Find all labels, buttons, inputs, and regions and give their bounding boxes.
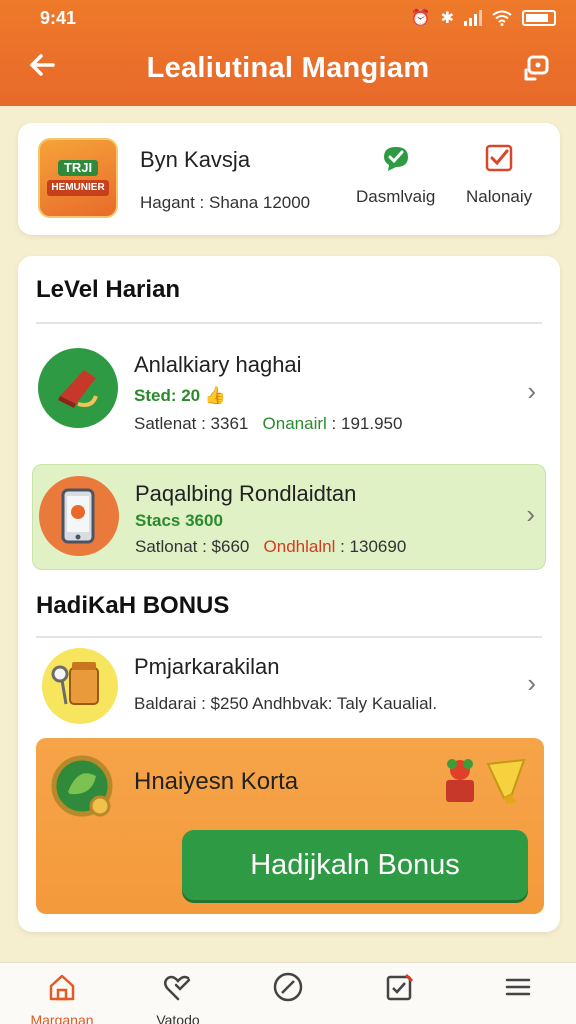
status-time: 9:41 bbox=[40, 8, 77, 28]
profile-name: Byn Kavsja bbox=[140, 147, 251, 172]
list-item-meta-right-label: Onanairl bbox=[262, 414, 327, 433]
chevron-right-icon: › bbox=[527, 376, 536, 406]
logo-text-top: TRJI bbox=[57, 160, 99, 176]
sled-icon bbox=[38, 348, 118, 428]
list-item-bonus[interactable]: Pmjarkarakilan Baldarai : $250 Andhbvak:… bbox=[32, 644, 546, 732]
list-item-title: Paqalbing Rondlaidtan bbox=[135, 481, 357, 506]
list-item-level-2[interactable]: Paqalbing Rondlaidtan Stacs 3600 Satlona… bbox=[32, 464, 546, 570]
chevron-right-icon: › bbox=[526, 499, 535, 529]
claim-bonus-button[interactable]: Hadijkaln Bonus bbox=[182, 830, 528, 900]
thumbs-up-icon: 👍 bbox=[204, 386, 227, 405]
chat-check-icon bbox=[383, 147, 408, 171]
list-item-meta: Satlenat : 3361 Onanairl : 191.950 bbox=[134, 414, 402, 434]
bonus-card: Hnaiyesn Korta Hadijkaln Bonus bbox=[36, 738, 544, 914]
profile-balance: Hagant : Shana 12000 bbox=[140, 193, 311, 212]
list-item-meta: Satlonat : $660 Ondhlalnl : 130690 bbox=[135, 537, 406, 557]
edit-check-icon bbox=[386, 973, 414, 1001]
action-notes-label: Nalonaiy bbox=[466, 187, 533, 206]
nav-tasks[interactable] bbox=[352, 971, 448, 1012]
status-icons: ⏰ ✱ bbox=[411, 8, 556, 28]
app-logo: TRJI HEMUNIER bbox=[38, 138, 118, 218]
list-item-meta-right-value: : 130690 bbox=[340, 537, 407, 556]
level-section-title: LeVel Harian bbox=[36, 276, 181, 303]
bluetooth-icon: ✱ bbox=[440, 10, 454, 27]
home-icon bbox=[49, 974, 75, 1001]
app-header: 9:41 ⏰ ✱ Lealiutinal Mangiam bbox=[0, 0, 576, 106]
profile-card: TRJI HEMUNIER Byn Kavsja Hagant : Shana … bbox=[18, 123, 560, 235]
chevron-right-icon: › bbox=[527, 668, 536, 698]
flower-pot-icon bbox=[446, 759, 474, 802]
nav-menu[interactable] bbox=[470, 971, 566, 1012]
phone-icon bbox=[39, 476, 119, 556]
status-bar: 9:41 ⏰ ✱ bbox=[0, 6, 576, 32]
wifi-icon bbox=[492, 10, 512, 26]
block-icon bbox=[273, 972, 303, 1002]
coin-leaf-icon bbox=[51, 755, 113, 817]
divider bbox=[36, 322, 542, 324]
action-notes[interactable]: Nalonaiy bbox=[466, 143, 532, 207]
alarm-icon: ⏰ bbox=[410, 10, 431, 27]
list-item-meta-right-value: : 191.950 bbox=[331, 414, 403, 433]
nav-home[interactable]: Marganan bbox=[14, 971, 110, 1024]
list-item-meta-right-label: Ondhlalnl bbox=[263, 537, 336, 556]
list-item-title: Anlalkiary haghai bbox=[134, 352, 302, 377]
trophy-icon bbox=[486, 758, 526, 804]
main-card: LeVel Harian Anlalkiary haghai Sted: 20 … bbox=[18, 256, 560, 932]
checkbox-icon bbox=[485, 144, 513, 172]
divider bbox=[36, 636, 542, 638]
bonus-card-title: Hnaiyesn Korta bbox=[134, 768, 299, 795]
heart-check-icon bbox=[164, 975, 191, 1001]
list-item-meta-left: Satlenat : 3361 bbox=[134, 414, 249, 433]
list-item-meta: Baldarai : $250 Andhbvak: Taly Kaualial. bbox=[134, 694, 438, 713]
nav-block[interactable] bbox=[240, 971, 336, 1012]
logo-text-bottom: HEMUNIER bbox=[47, 180, 109, 196]
share-icon bbox=[524, 55, 549, 81]
battery-icon bbox=[522, 10, 556, 26]
share-button[interactable] bbox=[518, 52, 554, 88]
action-discussion[interactable]: Dasmlvaig bbox=[356, 143, 435, 207]
list-item-stat: Sted: 20 👍 bbox=[134, 386, 226, 406]
bonus-section-title: HadiKaH BONUS bbox=[36, 592, 230, 619]
nav-favorites-label: Vatodo bbox=[156, 1012, 200, 1024]
list-item-title: Pmjarkarakilan bbox=[134, 654, 280, 679]
jar-icon bbox=[42, 648, 118, 724]
bottom-nav: Marganan Vatodo bbox=[0, 962, 576, 1024]
action-discussion-label: Dasmlvaig bbox=[356, 187, 436, 206]
list-item-level-1[interactable]: Anlalkiary haghai Sted: 20 👍 Satlenat : … bbox=[32, 338, 546, 448]
list-item-meta-left: Satlonat : $660 bbox=[135, 537, 250, 556]
nav-favorites[interactable]: Vatodo bbox=[130, 971, 226, 1024]
nav-home-label: Marganan bbox=[30, 1012, 94, 1024]
menu-icon bbox=[505, 978, 531, 996]
signal-icon bbox=[464, 10, 482, 26]
list-item-stat-text: Sted: 20 bbox=[134, 386, 201, 405]
page-title: Lealiutinal Mangiam bbox=[146, 52, 430, 84]
list-item-stat: Stacs 3600 bbox=[135, 511, 223, 530]
